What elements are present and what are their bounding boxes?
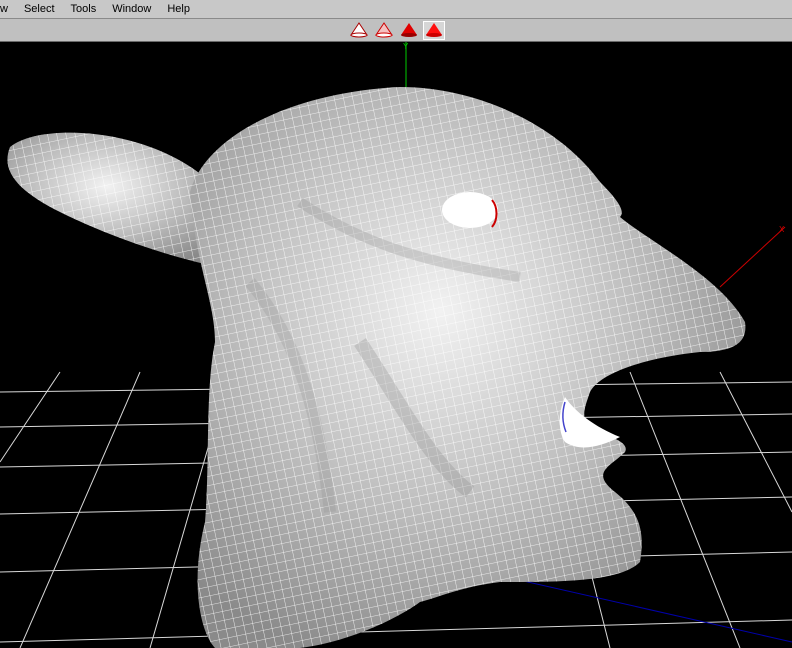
display-mode-toolbar bbox=[0, 19, 792, 42]
menu-view[interactable]: w bbox=[0, 0, 16, 19]
menu-bar: w Select Tools Window Help bbox=[0, 0, 792, 19]
eye bbox=[442, 192, 498, 228]
y-axis-label: Y bbox=[403, 42, 409, 51]
wireframe-cone-icon bbox=[349, 22, 368, 38]
x-axis-label: X bbox=[779, 225, 785, 234]
menu-tools[interactable]: Tools bbox=[63, 0, 105, 19]
solid-cone-icon bbox=[400, 23, 417, 37]
shaded-wire-mode-button[interactable] bbox=[373, 21, 395, 40]
menu-help[interactable]: Help bbox=[159, 0, 198, 19]
3d-viewport[interactable]: Y X bbox=[0, 42, 792, 648]
solid-mode-button[interactable] bbox=[398, 21, 420, 40]
menu-window[interactable]: Window bbox=[104, 0, 159, 19]
viewport-scene: Y X bbox=[0, 42, 792, 648]
wireframe-mode-button[interactable] bbox=[348, 21, 370, 40]
mouth bbox=[559, 397, 620, 448]
shaded-wire-cone-icon bbox=[374, 22, 393, 38]
smooth-solid-cone-icon bbox=[425, 23, 442, 37]
x-axis bbox=[719, 226, 786, 288]
goblin-head-model bbox=[7, 87, 746, 648]
smooth-solid-mode-button[interactable] bbox=[422, 20, 445, 40]
menu-select[interactable]: Select bbox=[16, 0, 63, 19]
